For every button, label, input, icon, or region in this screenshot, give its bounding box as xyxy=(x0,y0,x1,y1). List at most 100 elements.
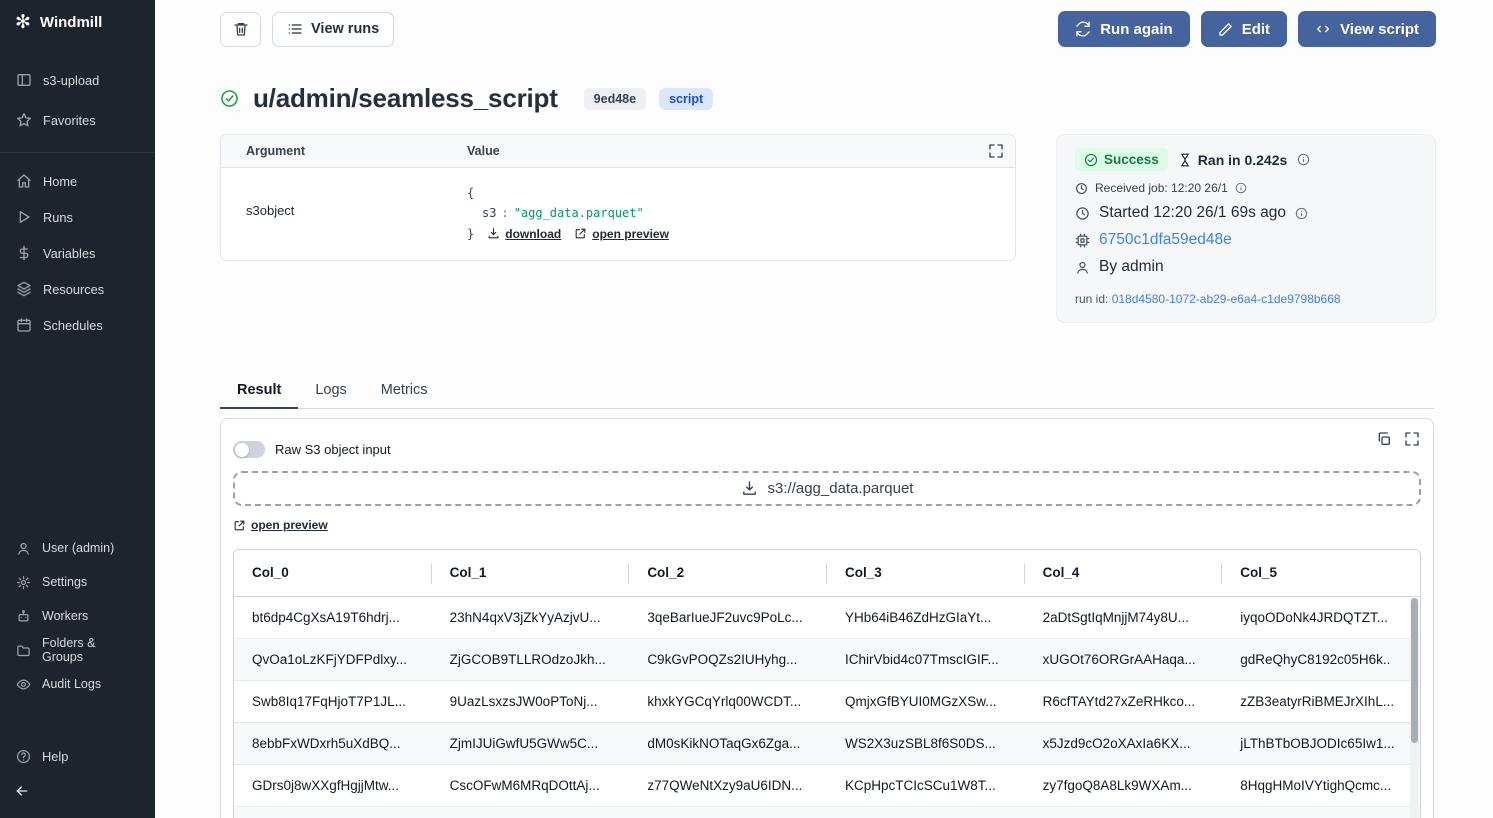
open-preview-link[interactable]: open preview xyxy=(574,224,669,244)
table-cell: dM0sKikNOTaqGx6Zga... xyxy=(629,723,827,765)
sidebar-item-audit-logs[interactable]: Audit Logs xyxy=(0,667,155,701)
sidebar-item-label: s3-upload xyxy=(43,73,99,88)
column-header[interactable]: Col_2 xyxy=(629,550,827,597)
column-header[interactable]: Col_1 xyxy=(432,550,630,597)
table-cell: WS2X3uzSBL8f6S0DS... xyxy=(827,723,1025,765)
sidebar-item-workers[interactable]: Workers xyxy=(0,599,155,633)
sidebar-item-settings[interactable]: Settings xyxy=(0,565,155,599)
arguments-header: Argument Value xyxy=(221,135,1015,168)
clock-icon xyxy=(1075,182,1088,195)
sidebar-item-runs[interactable]: Runs xyxy=(0,199,155,235)
table-scrollbar[interactable] xyxy=(1410,598,1419,818)
sidebar-pinned-group: s3-upload Favorites xyxy=(0,44,155,140)
help-circle-icon xyxy=(16,749,31,764)
script-hash-badge: 9ed48e xyxy=(584,88,646,110)
user-icon xyxy=(1075,260,1090,275)
workspace-brand[interactable]: ✻ Windmill xyxy=(0,0,155,44)
delete-run-button[interactable] xyxy=(220,12,261,47)
json-colon: : xyxy=(501,206,508,220)
collapse-sidebar-button[interactable] xyxy=(0,773,155,818)
s3-object-download-button[interactable]: s3://agg_data.parquet xyxy=(233,471,1421,506)
duration-text: Ran in 0.242s xyxy=(1178,152,1288,168)
sidebar-item-variables[interactable]: Variables xyxy=(0,235,155,271)
started-text: Started 12:20 26/1 69s ago xyxy=(1099,204,1286,222)
cpu-icon xyxy=(1075,233,1090,248)
calendar-icon xyxy=(16,317,32,333)
column-header[interactable]: Col_0 xyxy=(234,550,432,597)
open-preview-link[interactable]: open preview xyxy=(233,518,328,532)
table-cell: GDrs0j8wXXgfHgjjMtw... xyxy=(234,765,432,807)
sidebar-help-group: Help xyxy=(0,739,155,773)
title-row: u/admin/seamless_script 9ed48e script xyxy=(155,83,1493,114)
main-content: View runs Run again Edit View script xyxy=(155,0,1493,818)
table-row: GDrs0j8wXXgfHgjjMtw... CscOFwM6MRqDOttAj… xyxy=(234,765,1420,807)
view-script-button[interactable]: View script xyxy=(1298,11,1436,47)
brand-name: Windmill xyxy=(40,14,102,31)
copy-result-icon[interactable] xyxy=(1376,431,1392,447)
value-column-header: Value xyxy=(467,144,988,158)
tab-logs[interactable]: Logs xyxy=(298,375,363,408)
sidebar-item-label: Home xyxy=(43,174,77,189)
sidebar-item-help[interactable]: Help xyxy=(0,739,155,773)
argument-row: s3object { s3:"agg_data.parquet" } downl… xyxy=(221,168,1015,260)
sidebar-item-schedules[interactable]: Schedules xyxy=(0,307,155,343)
table-cell: zZB3eatyrRiBMEJrXIhL... xyxy=(1222,681,1420,723)
window-panel-icon xyxy=(16,72,32,88)
sidebar-account-group: User (admin) Settings Workers Folders & … xyxy=(0,531,155,701)
tab-metrics[interactable]: Metrics xyxy=(364,375,445,408)
result-panel-actions xyxy=(1376,431,1420,447)
sidebar-item-resources[interactable]: Resources xyxy=(0,271,155,307)
scrollbar-thumb[interactable] xyxy=(1411,598,1418,743)
info-icon[interactable] xyxy=(1235,182,1247,194)
table-cell: IChirVbid4c07TmscIGIF... xyxy=(827,639,1025,681)
toolbar: View runs Run again Edit View script xyxy=(155,0,1493,47)
sidebar-item-favorites[interactable]: Favorites xyxy=(0,100,155,140)
sidebar-divider xyxy=(0,152,155,153)
sidebar-item-folders-groups[interactable]: Folders & Groups xyxy=(0,633,155,667)
sidebar-item-label: Settings xyxy=(42,575,87,589)
sidebar-item-user-admin[interactable]: User (admin) xyxy=(0,531,155,565)
table-cell: C9kGvPOQZs2IUHyhg... xyxy=(629,639,827,681)
json-key: s3 xyxy=(482,206,496,220)
run-again-button[interactable]: Run again xyxy=(1058,11,1190,47)
sidebar-item-label: Folders & Groups xyxy=(42,636,139,664)
list-icon xyxy=(287,21,303,37)
raw-s3-toggle-row: Raw S3 object input xyxy=(233,441,1421,458)
expand-arguments-button[interactable] xyxy=(988,143,1004,159)
column-header[interactable]: Col_4 xyxy=(1025,550,1223,597)
argument-column-header: Argument xyxy=(246,144,467,158)
run-id-link[interactable]: 018d4580-1072-ab29-e6a4-c1de9798b668 xyxy=(1112,292,1341,306)
column-header[interactable]: Col_3 xyxy=(827,550,1025,597)
triggered-by-text: By admin xyxy=(1099,258,1164,276)
argument-name: s3object xyxy=(246,183,467,244)
tab-result[interactable]: Result xyxy=(220,375,298,408)
arrow-left-icon xyxy=(14,783,30,799)
info-icon[interactable] xyxy=(1297,153,1310,166)
table-cell: 23hN4qxV3jZkYyAzjvU... xyxy=(432,597,630,639)
expand-result-icon[interactable] xyxy=(1404,431,1420,447)
download-icon xyxy=(487,227,500,240)
home-icon xyxy=(16,173,32,189)
edit-button[interactable]: Edit xyxy=(1201,11,1287,47)
open-preview-label: open preview xyxy=(251,518,328,532)
sidebar-item-home[interactable]: Home xyxy=(0,163,155,199)
preview-row: open preview xyxy=(233,518,1421,537)
table-cell: xUGOt76ORGrAAHaqa... xyxy=(1025,639,1223,681)
raw-s3-toggle[interactable] xyxy=(233,441,265,458)
argument-value: { s3:"agg_data.parquet" } download xyxy=(467,183,669,244)
sidebar-spacer xyxy=(0,343,155,531)
column-header[interactable]: Col_5 xyxy=(1222,550,1420,597)
info-icon[interactable] xyxy=(1295,207,1308,220)
sidebar-item-label: Audit Logs xyxy=(42,677,101,691)
view-runs-button[interactable]: View runs xyxy=(272,12,394,47)
download-link[interactable]: download xyxy=(487,224,561,244)
worker-id-link[interactable]: 6750c1dfa59ed48e xyxy=(1099,231,1232,249)
open-preview-label: open preview xyxy=(592,224,669,244)
maximize-icon xyxy=(988,143,1004,159)
table-cell: khxkYGCqYrlq00WCDT... xyxy=(629,681,827,723)
worker-row: 6750c1dfa59ed48e xyxy=(1075,231,1417,249)
table-cell: 2aDtSgtIqMnjjM74y8U... xyxy=(1025,597,1223,639)
sidebar-item-s3-upload[interactable]: s3-upload xyxy=(0,60,155,100)
table-header: Col_0 Col_1 Col_2 Col_3 Col_4 Col_5 xyxy=(234,550,1420,597)
code-icon xyxy=(1315,21,1331,37)
